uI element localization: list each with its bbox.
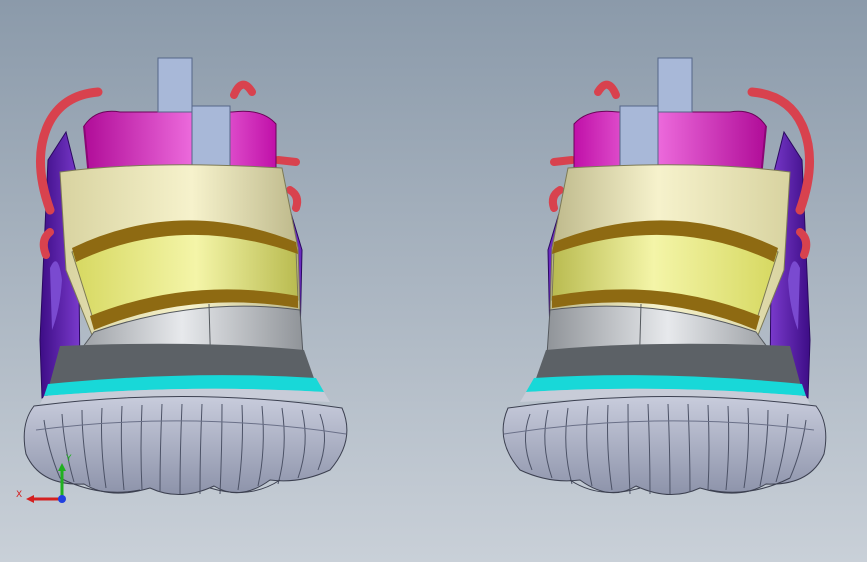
triad-z-axis bbox=[58, 495, 66, 503]
triad-y-label: Y bbox=[65, 454, 72, 464]
triad-x-label: X bbox=[16, 490, 22, 500]
graphics-viewport[interactable]: X Y bbox=[0, 0, 867, 562]
model-scene[interactable]: X Y bbox=[0, 0, 867, 562]
